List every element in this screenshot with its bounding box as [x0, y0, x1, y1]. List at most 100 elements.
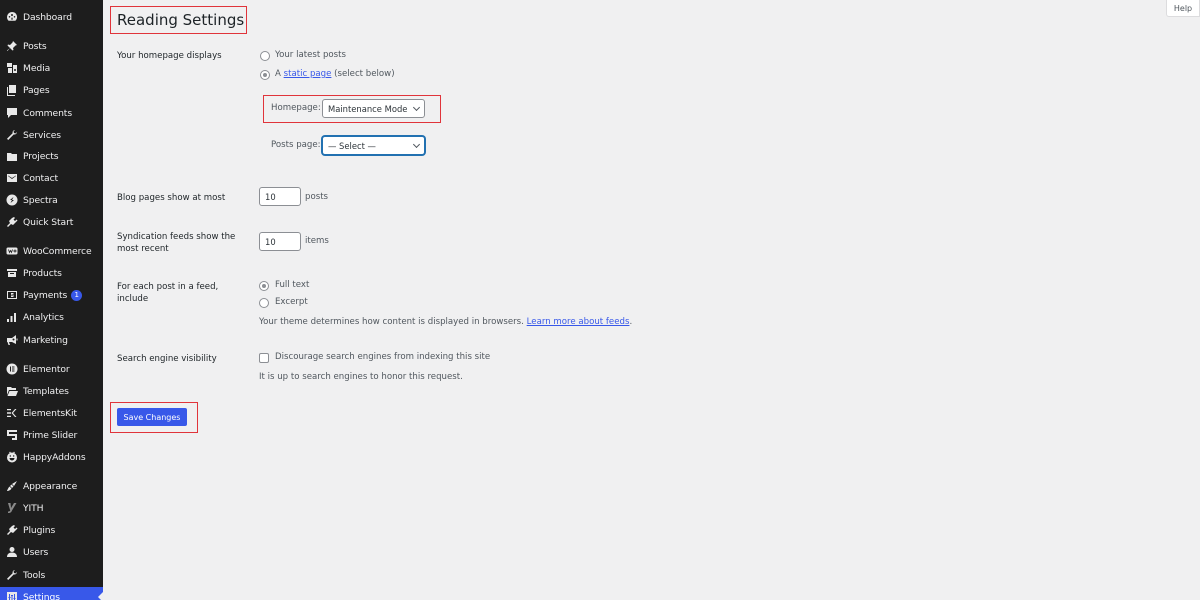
radio-latest-posts-label: Your latest posts — [275, 50, 347, 60]
sidebar-item-users[interactable]: Users — [0, 542, 103, 562]
sidebar-item-pages[interactable]: Pages — [0, 80, 103, 100]
sidebar-item-marketing[interactable]: Marketing — [0, 330, 103, 350]
homepage-select-value: Maintenance Mode — [328, 103, 408, 114]
learn-more-feeds-link[interactable]: Learn more about feeds — [527, 317, 630, 327]
sidebar-item-elementskit[interactable]: ElementsKit — [0, 403, 103, 423]
sidebar-item-label: Payments — [23, 289, 68, 301]
sidebar-item-label: ElementsKit — [23, 407, 77, 419]
sidebar-item-label: YITH — [23, 502, 44, 514]
sidebar-item-analytics[interactable]: Analytics — [0, 307, 103, 327]
envelope-icon — [5, 171, 19, 185]
posts-page-select-label: Posts page: — [271, 140, 321, 150]
sidebar-item-label: Settings — [23, 591, 60, 600]
brush-icon — [5, 479, 19, 493]
posts-page-select[interactable]: — Select — — [322, 136, 425, 155]
page-title: Reading Settings — [117, 11, 245, 29]
radio-static-page[interactable] — [260, 70, 270, 80]
radio-excerpt-label: Excerpt — [275, 297, 308, 307]
sidebar-item-label: Projects — [23, 150, 59, 162]
sidebar-item-label: Pages — [23, 84, 50, 96]
folder-icon — [5, 149, 19, 163]
feed-include-label: For each post in a feed, include — [117, 282, 219, 304]
blog-pages-unit: posts — [305, 192, 329, 202]
yith-icon — [5, 501, 19, 515]
sidebar-item-spectra[interactable]: Spectra — [0, 190, 103, 210]
sidebar-item-posts[interactable]: Posts — [0, 36, 103, 56]
sidebar-item-comments[interactable]: Comments — [0, 103, 103, 123]
sidebar-item-services[interactable]: Services — [0, 125, 103, 145]
happy-face-icon — [5, 450, 19, 464]
syndication-unit: items — [305, 236, 329, 246]
help-tab-button[interactable]: Help — [1166, 0, 1200, 17]
sidebar-item-label: Dashboard — [23, 11, 72, 23]
discourage-search-checkbox[interactable] — [259, 353, 269, 363]
blog-pages-label: Blog pages show at most — [117, 193, 226, 203]
sidebar-item-templates[interactable]: Templates — [0, 381, 103, 401]
static-page-link[interactable]: static page — [284, 69, 332, 79]
blog-pages-input[interactable] — [259, 187, 301, 206]
homepage-displays-label: Your homepage displays — [117, 51, 222, 61]
elementor-icon — [5, 362, 19, 376]
search-visibility-note: It is up to search engines to honor this… — [259, 372, 463, 382]
sidebar-item-label: Marketing — [23, 334, 68, 346]
sidebar-item-elementor[interactable]: Elementor — [0, 359, 103, 379]
sidebar-item-payments[interactable]: Payments 1 — [0, 285, 103, 305]
search-visibility-label: Search engine visibility — [117, 354, 217, 364]
static-suffix: (select below) — [334, 69, 395, 79]
sidebar-item-appearance[interactable]: Appearance — [0, 476, 103, 496]
homepage-select-label: Homepage: — [271, 103, 321, 113]
sidebar-item-dashboard[interactable]: Dashboard — [0, 7, 103, 27]
sidebar-item-projects[interactable]: Projects — [0, 146, 103, 166]
sidebar-item-label: Products — [23, 267, 62, 279]
feed-help-text: Your theme determines how content is dis… — [259, 317, 632, 327]
radio-static-page-label: A static page (select below) — [275, 69, 395, 79]
pages-icon — [5, 83, 19, 97]
sidebar-item-label: Quick Start — [23, 216, 74, 228]
chevron-down-icon — [412, 140, 421, 149]
chevron-down-icon — [412, 103, 421, 112]
sidebar-item-yith[interactable]: YITH — [0, 498, 103, 518]
elementskit-icon — [5, 406, 19, 420]
megaphone-icon — [5, 333, 19, 347]
sidebar-item-products[interactable]: Products — [0, 263, 103, 283]
sidebar-item-label: Appearance — [23, 480, 78, 492]
posts-page-select-value: — Select — — [328, 140, 376, 151]
sidebar-item-contact[interactable]: Contact — [0, 168, 103, 188]
sidebar-item-label: Users — [23, 546, 49, 558]
sidebar-item-label: Elementor — [23, 363, 70, 375]
sidebar-item-tools[interactable]: Tools — [0, 565, 103, 585]
folder-open-icon — [5, 384, 19, 398]
sidebar-item-media[interactable]: Media — [0, 58, 103, 78]
homepage-select[interactable]: Maintenance Mode — [322, 99, 425, 118]
sidebar-item-plugins[interactable]: Plugins — [0, 520, 103, 540]
woo-icon — [5, 244, 19, 258]
settings-icon — [5, 590, 19, 600]
syndication-label: Syndication feeds show the most recent — [117, 232, 236, 254]
sidebar-item-label: Analytics — [23, 311, 64, 323]
notification-badge: 1 — [71, 289, 83, 301]
save-changes-button[interactable]: Save Changes — [117, 408, 187, 426]
sidebar-item-label: Posts — [23, 40, 47, 52]
plug-icon — [5, 523, 19, 537]
feed-help-suffix: . — [629, 317, 633, 327]
sidebar-item-quick-start[interactable]: Quick Start — [0, 212, 103, 232]
user-icon — [5, 545, 19, 559]
radio-full-text[interactable] — [259, 281, 269, 291]
sidebar-item-label: Comments — [23, 107, 73, 119]
wrench-icon — [5, 568, 19, 582]
sidebar-item-label: Prime Slider — [23, 429, 78, 441]
dollar-icon — [5, 288, 19, 302]
feed-help-description: Your theme determines how content is dis… — [259, 317, 524, 327]
sidebar-item-label: WooCommerce — [23, 245, 92, 257]
media-icon — [5, 61, 19, 75]
radio-latest-posts[interactable] — [260, 51, 270, 61]
sidebar-item-label: Media — [23, 62, 51, 74]
sidebar-item-happyaddons[interactable]: HappyAddons — [0, 447, 103, 467]
comment-icon — [5, 106, 19, 120]
sidebar-item-label: HappyAddons — [23, 451, 86, 463]
sidebar-item-woocommerce[interactable]: WooCommerce — [0, 241, 103, 261]
sidebar-item-prime-slider[interactable]: Prime Slider — [0, 425, 103, 445]
radio-excerpt[interactable] — [259, 298, 269, 308]
syndication-input[interactable] — [259, 232, 301, 251]
sidebar-item-settings[interactable]: Settings — [0, 587, 103, 600]
